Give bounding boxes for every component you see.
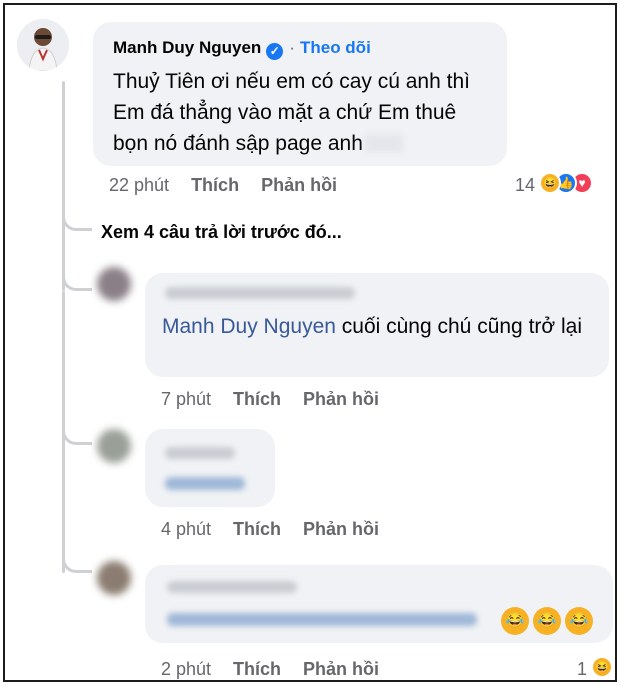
like-button[interactable]: Thích (233, 659, 281, 679)
tears-of-joy-emoji: 😂 (501, 607, 529, 635)
reply-button[interactable]: Phản hồi (303, 389, 379, 409)
follow-button[interactable]: Theo dõi (300, 38, 371, 57)
blurred-reply-text (165, 477, 245, 490)
avatar[interactable] (97, 267, 131, 301)
avatar[interactable] (97, 429, 131, 463)
comment-actions: 22 phút Thích Phản hồi (109, 175, 337, 196)
comment-time[interactable]: 22 phút (109, 175, 169, 195)
comment-text-content: Thuỷ Tiên ơi nếu em có cay cú anh thì Em… (113, 70, 470, 155)
thread-connector (62, 275, 92, 291)
haha-reaction-icon: 😆 (539, 172, 561, 194)
reply-time[interactable]: 4 phút (161, 519, 211, 539)
haha-reaction-icon: 😆 (591, 656, 613, 678)
avatar[interactable] (97, 561, 131, 595)
reply-button[interactable]: Phản hồi (303, 519, 379, 539)
reply-bubble (145, 429, 275, 507)
reply-button[interactable]: Phản hồi (303, 659, 379, 679)
like-button[interactable]: Thích (233, 519, 281, 539)
reply-actions: 4 phút Thích Phản hồi (161, 519, 379, 540)
author-name[interactable]: Manh Duy Nguyen (113, 38, 261, 57)
reply-text: Manh Duy Nguyen cuối cùng chú cũng trở l… (162, 311, 602, 342)
separator-dot: · (289, 38, 295, 57)
reaction-count[interactable]: 1 (577, 659, 587, 680)
tears-of-joy-emoji: 😂 (565, 607, 593, 635)
reply-time[interactable]: 7 phút (161, 389, 211, 409)
reply-button[interactable]: Phản hồi (261, 175, 337, 195)
tears-of-joy-emoji: 😂 (533, 607, 561, 635)
reply-bubble: 😂 😂 😂 (145, 565, 613, 643)
reply-time[interactable]: 2 phút (161, 659, 211, 679)
censored-text (364, 134, 403, 152)
reply-bubble: Manh Duy Nguyen cuối cùng chú cũng trở l… (145, 273, 609, 377)
screenshot-frame: Manh Duy Nguyen ✓ · Theo dõi Thuỷ Tiên ơi n… (3, 3, 617, 682)
blurred-author-name (165, 447, 235, 459)
comment-header: Manh Duy Nguyen ✓ · Theo dõi (113, 38, 371, 60)
avatar[interactable] (17, 19, 69, 71)
comment-text: Thuỷ Tiên ơi nếu em có cay cú anh thì Em… (113, 66, 493, 159)
like-button[interactable]: Thích (191, 175, 239, 195)
thread-line (62, 81, 65, 291)
blurred-author-name (167, 581, 297, 593)
thread-connector (62, 215, 92, 231)
view-previous-replies-link[interactable]: Xem 4 câu trả lời trước đó... (101, 222, 342, 243)
reply-actions: 7 phút Thích Phản hồi (161, 389, 379, 410)
comment-bubble: Manh Duy Nguyen ✓ · Theo dõi Thuỷ Tiên ơi n… (93, 22, 507, 166)
reply-text-content: cuối cùng chú cũng trở lại (335, 315, 583, 338)
blurred-author-name (165, 287, 355, 299)
mention-link[interactable]: Manh Duy Nguyen (162, 315, 336, 338)
verified-badge-icon: ✓ (266, 43, 284, 60)
thread-connector (62, 429, 92, 445)
like-button[interactable]: Thích (233, 389, 281, 409)
avatar-image-icon (17, 19, 69, 71)
reaction-count[interactable]: 14 (515, 175, 535, 196)
reply-actions: 2 phút Thích Phản hồi (161, 659, 379, 680)
thread-connector (62, 557, 92, 573)
blurred-reply-text (167, 613, 477, 626)
